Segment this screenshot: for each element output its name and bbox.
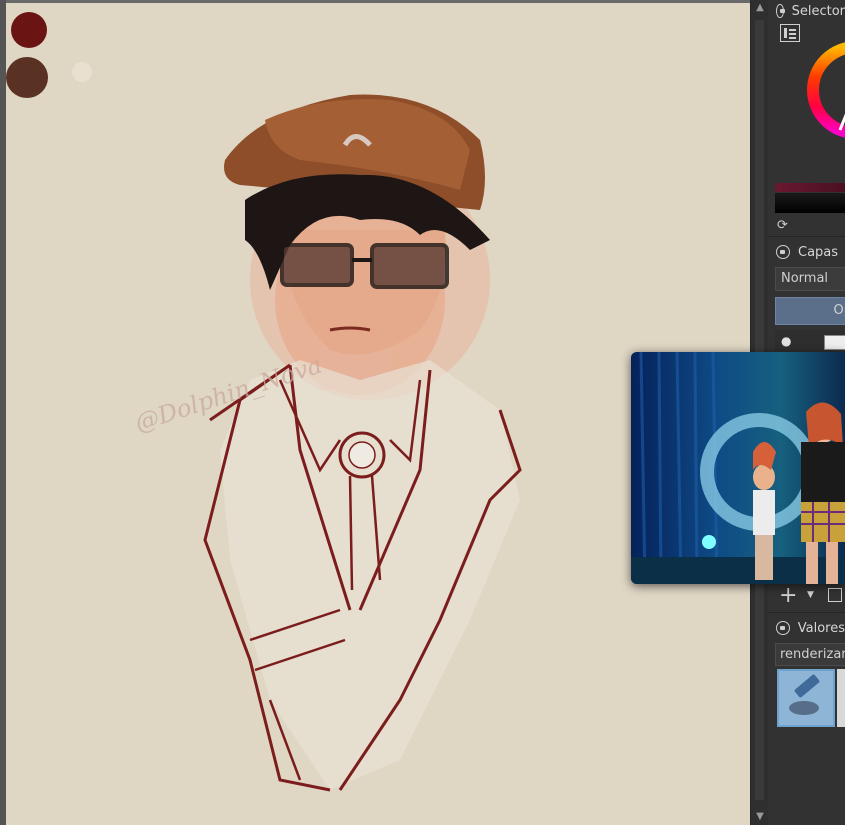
- lock-icon[interactable]: [776, 4, 785, 18]
- layers-title: Capas: [798, 244, 839, 260]
- lock-icon[interactable]: [776, 245, 790, 259]
- brush-search-field[interactable]: renderizar: [775, 643, 845, 666]
- picture-in-picture-video[interactable]: [631, 352, 845, 584]
- color-wheel[interactable]: [768, 20, 845, 170]
- divider: [768, 612, 845, 613]
- blend-mode-select[interactable]: Normal: [775, 267, 845, 291]
- layer-action-button[interactable]: Op: [775, 297, 845, 325]
- divider: [768, 236, 845, 237]
- selector-header: Selector: [768, 0, 845, 22]
- lock-icon[interactable]: [776, 621, 790, 635]
- refresh-icon[interactable]: ⟳: [777, 218, 788, 233]
- color-history-bar[interactable]: [775, 193, 845, 213]
- layer-action-label: Op: [833, 303, 845, 318]
- brush-preset-tile[interactable]: [837, 669, 845, 727]
- brush-search-text: renderizar: [780, 647, 845, 662]
- add-layer-icon[interactable]: +: [779, 585, 797, 607]
- dropdown-icon[interactable]: ▼: [807, 590, 814, 600]
- duplicate-layer-icon[interactable]: [828, 588, 842, 602]
- color-value-bar[interactable]: [775, 183, 845, 192]
- eye-icon[interactable]: ●: [781, 334, 791, 348]
- blend-mode-value: Normal: [781, 271, 829, 286]
- layer-thumbnail: [824, 335, 845, 350]
- video-frame: [631, 352, 845, 584]
- brush-preset-tile[interactable]: [777, 669, 835, 727]
- scroll-down-icon[interactable]: ▼: [755, 812, 765, 822]
- layers-header: Capas: [768, 241, 845, 263]
- brush-header: Valores: [768, 617, 845, 639]
- selector-title: Selector: [791, 3, 845, 19]
- pen-icon: [793, 673, 821, 699]
- layer-row[interactable]: ●: [775, 330, 845, 354]
- brush-title: Valores: [797, 620, 845, 636]
- scroll-up-icon[interactable]: ▲: [755, 3, 765, 13]
